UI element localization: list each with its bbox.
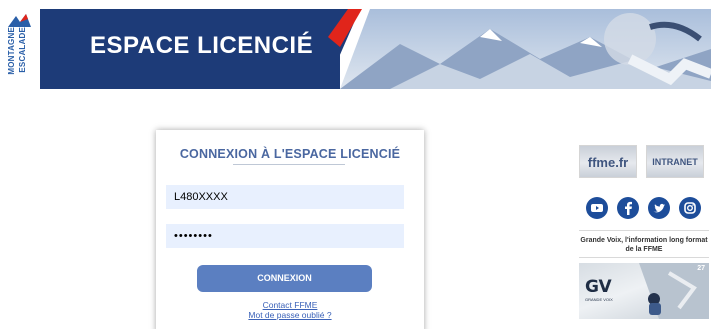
page-title: ESPACE LICENCIÉ [90,32,314,59]
promo-issue-number: 27 [697,265,705,272]
facebook-icon[interactable] [617,197,639,219]
header-banner: MONTAGNE ESCALADE ESPACE LICENCIÉ [0,9,711,89]
username-field[interactable]: L480XXXX [166,185,404,209]
contact-ffme-link[interactable]: Contact FFME [156,300,424,310]
page: MONTAGNE ESCALADE ESPACE LICENCIÉ CONNEX… [0,0,711,329]
logo-word-montagne: MONTAGNE [7,27,16,75]
sidebar-divider [579,230,709,231]
login-title: CONNEXION À L'ESPACE LICENCIÉ [179,147,401,161]
ffme-logo-text: MONTAGNE ESCALADE [3,27,37,85]
grande-voix-caption: Grande Voix, l'information long format d… [580,237,708,253]
instagram-icon[interactable] [679,197,701,219]
sidebar-divider-2 [579,257,709,258]
social-links [586,197,706,221]
ffme-logo[interactable]: MONTAGNE ESCALADE [0,9,40,89]
promo-title: GV [585,277,612,297]
forgot-password-link[interactable]: Mot de passe oublié ? [156,310,424,320]
promo-subtitle: GRANDE VOIX [585,297,613,302]
logo-word-escalade: ESCALADE [18,27,27,73]
grande-voix-promo[interactable]: GV GRANDE VOIX 27 [579,263,709,319]
youtube-icon[interactable] [586,197,608,219]
intranet-label: INTRANET [652,157,698,167]
twitter-icon[interactable] [648,197,670,219]
intranet-button[interactable]: INTRANET [646,145,704,178]
title-underline [233,164,345,165]
banner-mountain-image [340,9,711,89]
login-card: CONNEXION À L'ESPACE LICENCIÉ L480XXXX •… [156,130,424,329]
ffme-site-label: ffme.fr [587,155,629,170]
password-field[interactable]: •••••••• [166,224,404,248]
ffme-site-button[interactable]: ffme.fr [579,145,637,178]
login-button[interactable]: CONNEXION [197,265,372,292]
